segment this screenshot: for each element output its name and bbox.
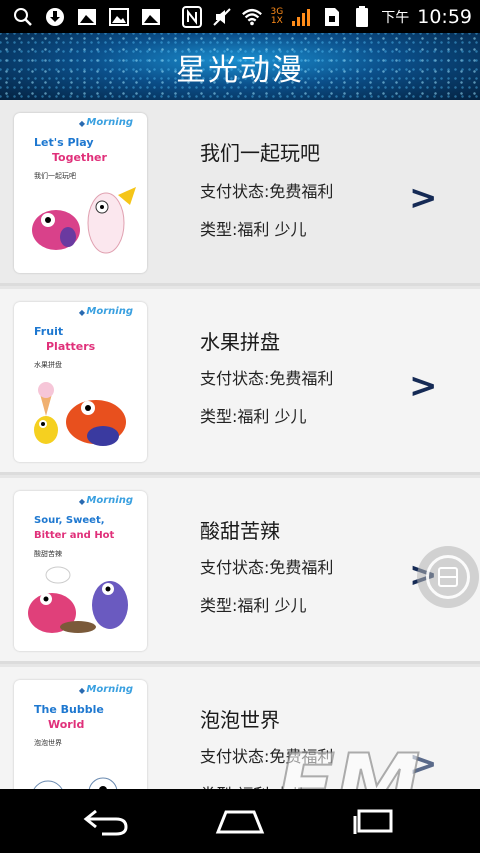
cover-illustration bbox=[32, 187, 136, 254]
item-type: 类型:福利 少儿 bbox=[200, 596, 307, 615]
gallery-notification-icon bbox=[108, 6, 130, 28]
cover-title-line: Together bbox=[52, 151, 107, 164]
list-item[interactable]: ◆ Morning Fruit Platters 水果拼盘 水果拼盘 支付状态:… bbox=[0, 289, 480, 475]
list-item[interactable]: ◆ Morning Sour, Sweet, Bitter and Hot 酸甜… bbox=[0, 478, 480, 664]
home-icon bbox=[215, 810, 265, 834]
book-cover: ◆ Morning The Bubble World 泡泡世界 bbox=[14, 680, 147, 789]
chevron-right-icon[interactable]: > bbox=[409, 178, 438, 218]
cover-title-line: Fruit bbox=[34, 325, 64, 338]
battery-icon bbox=[351, 5, 373, 28]
pay-status: 支付状态:免费福利 bbox=[200, 558, 334, 577]
list-item[interactable]: ◆ Morning Let's Play Together 我们一起玩吧 我们一… bbox=[0, 100, 480, 286]
back-button[interactable] bbox=[76, 803, 136, 839]
chevron-right-icon[interactable]: > bbox=[409, 744, 438, 784]
item-title: 我们一起玩吧 bbox=[200, 141, 320, 165]
pay-status: 支付状态:免费福利 bbox=[200, 747, 334, 766]
list-item[interactable]: ◆ Morning The Bubble World 泡泡世界 泡泡世界 支付状… bbox=[0, 667, 480, 789]
item-title: 泡泡世界 bbox=[200, 708, 280, 732]
wifi-icon bbox=[241, 6, 263, 28]
image-notification-icon-2 bbox=[140, 6, 162, 28]
recent-apps-icon bbox=[353, 809, 393, 834]
am-pm-label: 下午 bbox=[381, 9, 410, 26]
network-type-indicator: 3G 1X bbox=[270, 7, 284, 26]
item-type: 类型:福利 少儿 bbox=[200, 781, 306, 789]
cover-title-line: World bbox=[48, 718, 85, 731]
cover-logo: Morning bbox=[86, 117, 133, 128]
network-type-bottom: 1X bbox=[270, 15, 283, 26]
comic-list[interactable]: ◆ Morning Let's Play Together 我们一起玩吧 我们一… bbox=[0, 100, 480, 789]
clock: 10:59 bbox=[417, 5, 472, 28]
publisher-mark-icon: ◆ bbox=[78, 497, 85, 506]
floating-menu-icon bbox=[426, 555, 470, 599]
system-nav-bar bbox=[0, 789, 480, 853]
cover-logo: Morning bbox=[86, 495, 133, 506]
floating-assist-button[interactable] bbox=[417, 546, 479, 608]
book-cover: ◆ Morning Sour, Sweet, Bitter and Hot 酸甜… bbox=[14, 491, 147, 651]
cover-logo: Morning bbox=[86, 306, 133, 317]
cover-title: Sour, Sweet, Bitter and Hot bbox=[34, 513, 134, 543]
item-title: 酸甜苦辣 bbox=[200, 519, 280, 543]
home-button[interactable] bbox=[210, 803, 270, 839]
signal-icon bbox=[291, 6, 313, 28]
download-notification-icon bbox=[44, 6, 66, 28]
item-type: 类型:福利 少儿 bbox=[200, 220, 307, 239]
image-notification-icon bbox=[76, 6, 98, 28]
pay-status: 支付状态:免费福利 bbox=[200, 369, 334, 388]
app-header: 星光动漫 bbox=[0, 33, 480, 100]
cover-title: Let's Play Together bbox=[34, 135, 134, 165]
search-notification-icon bbox=[12, 6, 34, 28]
cover-illustration bbox=[34, 382, 126, 446]
cover-title-line: Platters bbox=[46, 340, 96, 353]
cover-title-line: Sour, Sweet, bbox=[34, 515, 105, 526]
cover-illustration bbox=[28, 566, 128, 633]
cover-illustration bbox=[33, 777, 118, 789]
mute-icon bbox=[211, 6, 233, 28]
status-bar: 3G 1X 下午 10:59 bbox=[0, 0, 480, 33]
book-cover: ◆ Morning Let's Play Together 我们一起玩吧 bbox=[14, 113, 147, 273]
publisher-mark-icon: ◆ bbox=[78, 119, 85, 128]
cover-title-line: Bitter and Hot bbox=[34, 530, 115, 541]
cover-title-line: The Bubble bbox=[34, 703, 104, 716]
chevron-right-icon[interactable]: > bbox=[409, 366, 438, 406]
cover-title: Fruit Platters bbox=[34, 324, 134, 354]
publisher-mark-icon: ◆ bbox=[78, 686, 85, 695]
cover-title: The Bubble World bbox=[34, 702, 134, 732]
sim-icon bbox=[321, 6, 343, 28]
book-cover: ◆ Morning Fruit Platters 水果拼盘 bbox=[14, 302, 147, 462]
item-type: 类型:福利 少儿 bbox=[200, 407, 307, 426]
cover-title-line: Let's Play bbox=[34, 136, 94, 149]
back-arrow-icon bbox=[83, 809, 128, 836]
recent-apps-button[interactable] bbox=[344, 803, 404, 839]
nfc-icon bbox=[181, 5, 203, 28]
publisher-mark-icon: ◆ bbox=[78, 308, 85, 317]
pay-status: 支付状态:免费福利 bbox=[200, 182, 334, 201]
cover-logo: Morning bbox=[86, 684, 133, 695]
item-title: 水果拼盘 bbox=[200, 330, 280, 354]
page-title: 星光动漫 bbox=[176, 52, 304, 88]
